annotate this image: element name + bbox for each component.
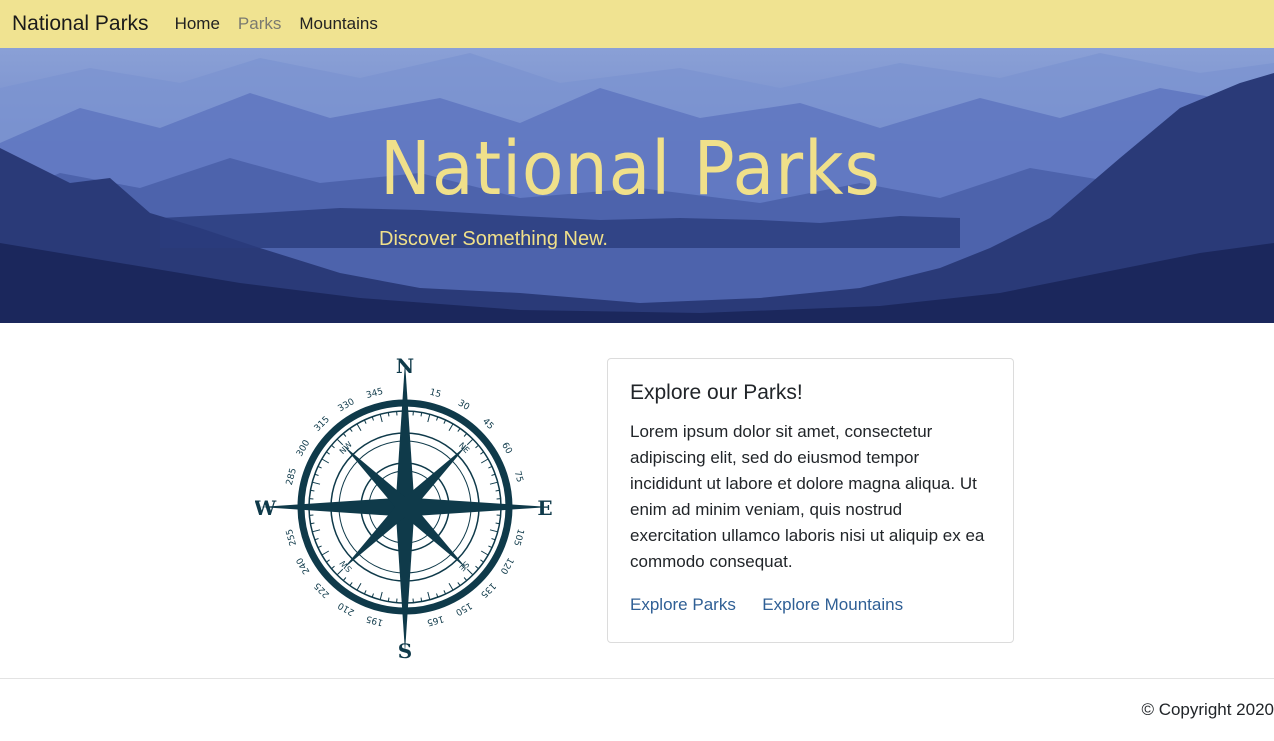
compass-degree-label: 75 <box>512 470 525 484</box>
compass-south-label: S <box>398 639 412 660</box>
compass-degree-label: 255 <box>285 528 299 547</box>
nav-link-mountains[interactable]: Mountains <box>299 14 377 34</box>
compass-degree-label: 285 <box>285 467 299 486</box>
compass-degree-label: 120 <box>498 556 515 576</box>
compass-degree-label: 165 <box>426 613 445 627</box>
compass-degree-label: 210 <box>336 600 356 617</box>
nav-link-home[interactable]: Home <box>175 14 220 34</box>
explore-mountains-link[interactable]: Explore Mountains <box>762 595 903 614</box>
compass-degree-label: 60 <box>499 441 514 456</box>
compass-icon: N E S W 15304560751051201351501651952102… <box>253 354 553 663</box>
compass-west-label: W <box>255 496 277 520</box>
compass-degree-label: 240 <box>295 555 312 575</box>
hero-title: National Parks <box>380 126 881 212</box>
compass-degree-label: 15 <box>428 388 442 401</box>
card-text: Lorem ipsum dolor sit amet, consectetur … <box>630 422 985 571</box>
compass-degree-label: 150 <box>453 600 473 617</box>
brand-link[interactable]: National Parks <box>12 12 149 36</box>
card-links: Explore Parks Explore Mountains <box>630 595 991 615</box>
compass-degree-label: 105 <box>511 528 525 547</box>
compass-degree-label: 345 <box>365 387 384 401</box>
compass-degree-label: 195 <box>365 613 384 627</box>
compass-degree-label: 45 <box>480 417 495 432</box>
compass-east-label: E <box>537 496 552 520</box>
hero-banner: National Parks Discover Something New. <box>0 48 1274 323</box>
compass-degree-label: 330 <box>337 397 357 414</box>
footer-copyright: © Copyright 2020 <box>1141 700 1274 719</box>
explore-parks-link[interactable]: Explore Parks <box>630 595 736 614</box>
compass-rose-image: N E S W 15 30 45 60 75 105 120 135 150 165 195 210 2… <box>253 354 555 663</box>
navbar: National Parks Home Parks Mountains <box>0 0 1274 48</box>
nav-link-parks[interactable]: Parks <box>238 14 281 34</box>
footer-divider <box>0 678 1274 679</box>
compass-degree-label: 30 <box>456 398 471 413</box>
card-title: Explore our Parks! <box>630 381 803 404</box>
hero-subtitle: Discover Something New. <box>379 228 608 250</box>
explore-parks-card: Explore our Parks! Lorem ipsum dolor sit… <box>607 358 1014 643</box>
compass-north-label: N <box>396 355 414 378</box>
compass-degree-label: 300 <box>295 438 312 458</box>
